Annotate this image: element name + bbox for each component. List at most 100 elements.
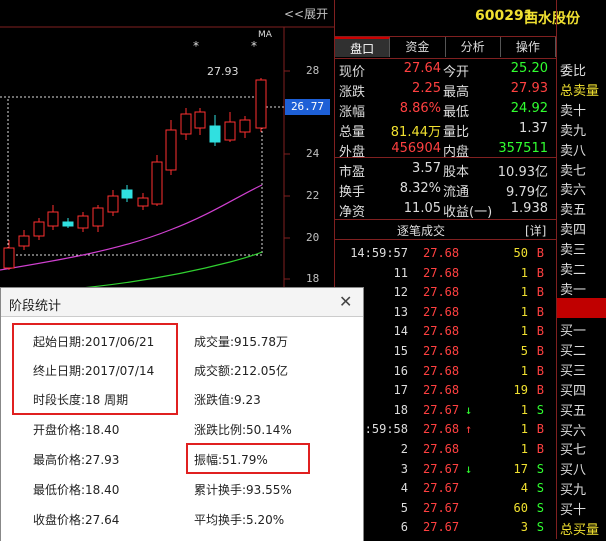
tick-row: 2 27.68 1 B: [335, 441, 556, 461]
tick-row: 17 27.68 19 B: [335, 382, 556, 402]
stat-value: 93.55%: [246, 483, 292, 497]
expand-button[interactable]: <<展开: [284, 5, 328, 22]
book-label: 买二: [560, 343, 587, 359]
tick-row: 5 27.67 60 S: [335, 500, 556, 520]
dialog-body: 起始日期:2017/06/21 终止日期:2017/07/14 时段长度:18 周期…: [1, 316, 363, 541]
stat-key: 最低价格:: [33, 483, 86, 497]
tick-row: 3 27.67 ↓ 17 S: [335, 461, 556, 481]
tick-volume: 60: [513, 500, 528, 515]
tick-volume: 4: [520, 481, 528, 496]
tick-side: S: [536, 500, 544, 515]
stat-right: 累计换手:93.55%: [194, 481, 292, 498]
quote-value: 27.93: [510, 81, 548, 96]
book-label: 买七: [560, 443, 587, 459]
book-label: 卖三: [560, 243, 587, 259]
current-price-marker: 26.77: [285, 99, 330, 115]
tick-price: 27.68: [423, 363, 460, 378]
quote-label: 量比: [443, 125, 470, 140]
stat-value: 9.23: [234, 393, 261, 407]
tick-price: 27.68: [423, 442, 460, 456]
candles: [3, 78, 267, 270]
tick-price: 27.67: [423, 500, 460, 515]
ma-line-green: [59, 251, 263, 291]
quote-label: 流通: [443, 185, 470, 200]
quote-panel: 600291 盘口 资金 分析 操作 现价 27.64 今开 25.20 涨跌 2.25 最…: [334, 0, 556, 539]
tick-row: 4 27.67 4 S: [335, 480, 556, 500]
tick-time: 15: [393, 344, 408, 358]
quote-value: 10.93亿: [497, 165, 548, 180]
tick-row: 6 27.67 3 S: [335, 519, 556, 539]
stat-value: 27.64: [85, 513, 120, 527]
book-label: 买八: [560, 463, 587, 479]
tab-zijin[interactable]: 资金: [390, 37, 446, 57]
tick-time: 13: [393, 304, 408, 319]
tab-fenxi[interactable]: 分析: [446, 37, 501, 57]
tick-side: B: [536, 442, 544, 456]
quote-value: 357511: [498, 141, 548, 156]
tick-price: 27.67: [423, 520, 460, 535]
tab-pankou[interactable]: 盘口: [335, 37, 391, 57]
candle-body: [62, 221, 74, 227]
book-label: 卖五: [560, 203, 587, 219]
highlight-box-change: [186, 443, 310, 474]
quote-value: 8.32%: [399, 181, 441, 196]
book-label: 买五: [560, 403, 587, 419]
book-label: 卖二: [560, 263, 587, 278]
scale-label: 20: [306, 231, 320, 244]
scale-label: 22: [306, 189, 320, 202]
stat-value: 212.05亿: [234, 364, 289, 378]
quote-value: 81.44万: [390, 125, 441, 140]
book-label: 卖一: [560, 282, 587, 298]
stage-stats-dialog: 阶段统计 ✕ 起始日期:2017/06/21 终止日期:2017/07/14 时段长…: [0, 287, 364, 541]
book-label: 卖七: [560, 163, 587, 179]
tick-row: 15 27.68 5 B: [335, 343, 556, 363]
tick-arrow: ↓: [465, 402, 473, 417]
stat-right: 成交量:915.78万: [194, 333, 288, 350]
quote-row: 净资 11.05 收益(一) 1.938: [335, 200, 556, 220]
tick-side: B: [536, 363, 544, 378]
book-label: 卖十: [560, 103, 587, 119]
stat-value: 915.78万: [234, 335, 289, 349]
quote-label: 今开: [443, 65, 470, 80]
stat-key: 平均换手:: [194, 513, 247, 527]
quote-value: 1.37: [519, 121, 548, 136]
quote-value: 2.25: [412, 81, 441, 96]
tick-side: S: [536, 402, 544, 417]
quote-value: 8.86%: [399, 101, 441, 116]
quote-value: 1.938: [510, 201, 548, 216]
book-label: 卖四: [560, 223, 587, 239]
tick-arrow: ↑: [465, 422, 473, 437]
quote-value: 456904: [391, 141, 441, 156]
quote-label: 收益(一): [443, 205, 493, 220]
quote-value: 27.64: [403, 61, 441, 76]
tick-volume: 1: [520, 324, 528, 339]
tick-price: 27.68: [423, 344, 460, 358]
tick-row: 16 27.68 1 B: [335, 363, 556, 383]
tick-side: B: [536, 344, 544, 358]
tick-price: 27.68: [423, 304, 460, 319]
tick-volume: 1: [520, 304, 528, 319]
quote-label: 涨跌: [339, 85, 366, 100]
quote-row: 现价 27.64 今开 25.20: [335, 60, 556, 80]
ticks-detail-link[interactable]: [详]: [525, 222, 546, 239]
tick-side: B: [536, 304, 544, 319]
stat-key: 涨跌比例:: [194, 423, 247, 437]
quote-label: 最低: [443, 105, 470, 120]
tick-time: 14: [393, 324, 408, 339]
tick-side: B: [536, 285, 544, 300]
scale-label: 28: [306, 64, 320, 77]
stat-key: 最高价格:: [33, 453, 86, 467]
quote-label: 总量: [339, 125, 366, 140]
tick-price: 27.67: [423, 481, 460, 496]
tick-volume: 1: [520, 442, 528, 456]
tick-side: B: [536, 265, 544, 280]
book-label: 买一: [560, 324, 587, 339]
candle-body: [151, 161, 163, 205]
close-icon[interactable]: ✕: [339, 292, 352, 311]
tick-side: S: [536, 481, 544, 496]
tab-caozuo[interactable]: 操作: [501, 37, 556, 57]
tick-time: 4: [400, 481, 408, 496]
tick-volume: 17: [513, 461, 528, 476]
tick-price: 27.68: [423, 285, 460, 300]
tick-time: 5: [400, 500, 408, 515]
